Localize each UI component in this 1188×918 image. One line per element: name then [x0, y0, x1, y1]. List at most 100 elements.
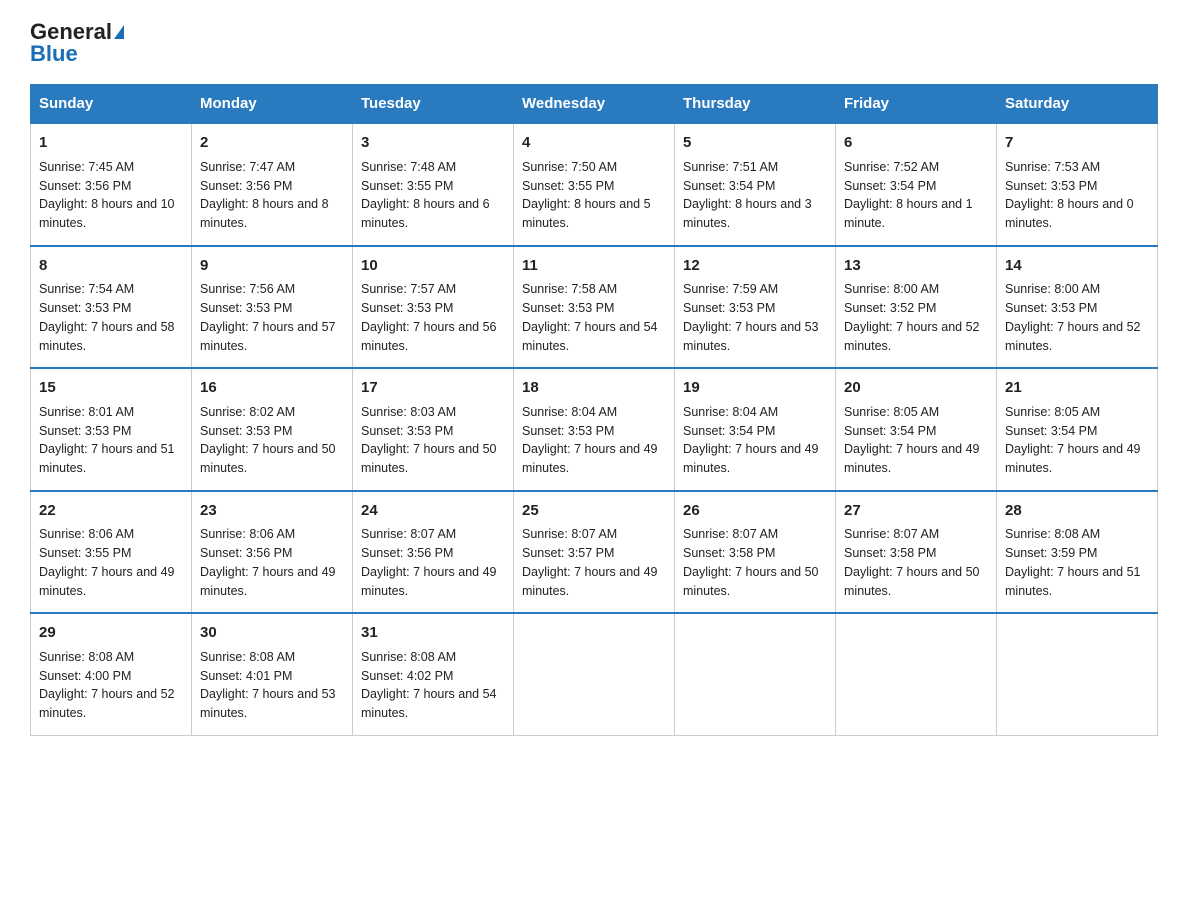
sunrise-info: Sunrise: 8:05 AM [844, 405, 939, 419]
daylight-info: Daylight: 7 hours and 52 minutes. [844, 320, 980, 353]
sunset-info: Sunset: 3:54 PM [844, 179, 936, 193]
daylight-info: Daylight: 7 hours and 49 minutes. [39, 565, 175, 598]
sunrise-info: Sunrise: 8:07 AM [361, 527, 456, 541]
header-monday: Monday [192, 85, 353, 124]
day-number: 22 [39, 500, 183, 523]
daylight-info: Daylight: 7 hours and 49 minutes. [200, 565, 336, 598]
day-number: 1 [39, 132, 183, 155]
sunset-info: Sunset: 3:53 PM [522, 424, 614, 438]
sunrise-info: Sunrise: 8:08 AM [1005, 527, 1100, 541]
sunset-info: Sunset: 3:53 PM [1005, 301, 1097, 315]
sunrise-info: Sunrise: 8:04 AM [683, 405, 778, 419]
logo-text-blue: Blue [30, 42, 78, 66]
daylight-info: Daylight: 7 hours and 49 minutes. [522, 565, 658, 598]
day-number: 12 [683, 255, 827, 278]
sunrise-info: Sunrise: 7:50 AM [522, 160, 617, 174]
day-number: 21 [1005, 377, 1149, 400]
sunset-info: Sunset: 3:53 PM [683, 301, 775, 315]
header-tuesday: Tuesday [353, 85, 514, 124]
sunset-info: Sunset: 3:55 PM [361, 179, 453, 193]
day-number: 7 [1005, 132, 1149, 155]
daylight-info: Daylight: 7 hours and 50 minutes. [200, 442, 336, 475]
daylight-info: Daylight: 7 hours and 53 minutes. [200, 687, 336, 720]
daylight-info: Daylight: 7 hours and 54 minutes. [522, 320, 658, 353]
sunrise-info: Sunrise: 8:03 AM [361, 405, 456, 419]
calendar-cell: 20Sunrise: 8:05 AMSunset: 3:54 PMDayligh… [836, 368, 997, 491]
daylight-info: Daylight: 7 hours and 53 minutes. [683, 320, 819, 353]
logo: General Blue [30, 20, 124, 66]
calendar-cell: 15Sunrise: 8:01 AMSunset: 3:53 PMDayligh… [31, 368, 192, 491]
calendar-cell: 11Sunrise: 7:58 AMSunset: 3:53 PMDayligh… [514, 246, 675, 369]
calendar-cell [675, 613, 836, 735]
calendar-cell: 4Sunrise: 7:50 AMSunset: 3:55 PMDaylight… [514, 123, 675, 246]
daylight-info: Daylight: 7 hours and 51 minutes. [39, 442, 175, 475]
daylight-info: Daylight: 7 hours and 49 minutes. [683, 442, 819, 475]
daylight-info: Daylight: 7 hours and 49 minutes. [844, 442, 980, 475]
daylight-info: Daylight: 7 hours and 54 minutes. [361, 687, 497, 720]
day-number: 6 [844, 132, 988, 155]
page-header: General Blue [30, 20, 1158, 66]
daylight-info: Daylight: 7 hours and 49 minutes. [361, 565, 497, 598]
day-number: 25 [522, 500, 666, 523]
calendar-cell: 9Sunrise: 7:56 AMSunset: 3:53 PMDaylight… [192, 246, 353, 369]
sunrise-info: Sunrise: 8:01 AM [39, 405, 134, 419]
calendar-cell: 28 Sunrise: 8:08 AM Sunset: 3:59 PM Dayligh… [997, 491, 1158, 614]
calendar-cell: 21Sunrise: 8:05 AMSunset: 3:54 PMDayligh… [997, 368, 1158, 491]
sunset-info: Sunset: 3:57 PM [522, 546, 614, 560]
daylight-info: Daylight: 8 hours and 3 minutes. [683, 197, 812, 230]
daylight-info: Daylight: 7 hours and 51 minutes. [1005, 565, 1141, 598]
calendar-cell: 30Sunrise: 8:08 AMSunset: 4:01 PMDayligh… [192, 613, 353, 735]
week-row-1: 1Sunrise: 7:45 AMSunset: 3:56 PMDaylight… [31, 123, 1158, 246]
week-row-2: 8Sunrise: 7:54 AMSunset: 3:53 PMDaylight… [31, 246, 1158, 369]
daylight-info: Daylight: 7 hours and 49 minutes. [522, 442, 658, 475]
day-number: 28 [1005, 500, 1149, 523]
sunset-info: Sunset: 4:01 PM [200, 669, 292, 683]
sunrise-info: Sunrise: 7:52 AM [844, 160, 939, 174]
week-row-4: 22Sunrise: 8:06 AMSunset: 3:55 PMDayligh… [31, 491, 1158, 614]
sunrise-info: Sunrise: 8:00 AM [1005, 282, 1100, 296]
sunset-info: Sunset: 3:59 PM [1005, 546, 1097, 560]
day-number: 8 [39, 255, 183, 278]
sunset-info: Sunset: 3:53 PM [200, 424, 292, 438]
sunset-info: Sunset: 3:55 PM [39, 546, 131, 560]
week-row-3: 15Sunrise: 8:01 AMSunset: 3:53 PMDayligh… [31, 368, 1158, 491]
sunrise-info: Sunrise: 8:07 AM [522, 527, 617, 541]
calendar-cell: 10Sunrise: 7:57 AMSunset: 3:53 PMDayligh… [353, 246, 514, 369]
daylight-info: Daylight: 7 hours and 52 minutes. [1005, 320, 1141, 353]
daylight-info: Daylight: 7 hours and 50 minutes. [683, 565, 819, 598]
sunrise-info: Sunrise: 8:05 AM [1005, 405, 1100, 419]
day-number: 17 [361, 377, 505, 400]
day-number: 30 [200, 622, 344, 645]
sunset-info: Sunset: 3:54 PM [683, 424, 775, 438]
day-number: 4 [522, 132, 666, 155]
calendar-cell: 13Sunrise: 8:00 AMSunset: 3:52 PMDayligh… [836, 246, 997, 369]
calendar-cell: 31Sunrise: 8:08 AMSunset: 4:02 PMDayligh… [353, 613, 514, 735]
calendar-table: SundayMondayTuesdayWednesdayThursdayFrid… [30, 84, 1158, 736]
calendar-cell: 7Sunrise: 7:53 AMSunset: 3:53 PMDaylight… [997, 123, 1158, 246]
day-number: 27 [844, 500, 988, 523]
day-number: 24 [361, 500, 505, 523]
calendar-cell: 29Sunrise: 8:08 AMSunset: 4:00 PMDayligh… [31, 613, 192, 735]
calendar-header-row: SundayMondayTuesdayWednesdayThursdayFrid… [31, 85, 1158, 124]
calendar-cell [997, 613, 1158, 735]
sunset-info: Sunset: 3:54 PM [683, 179, 775, 193]
calendar-cell: 25 Sunrise: 8:07 AM Sunset: 3:57 PM Dayligh… [514, 491, 675, 614]
sunrise-info: Sunrise: 8:00 AM [844, 282, 939, 296]
sunset-info: Sunset: 3:53 PM [361, 301, 453, 315]
calendar-cell [836, 613, 997, 735]
logo-triangle-icon [114, 25, 124, 39]
daylight-info: Daylight: 7 hours and 52 minutes. [39, 687, 175, 720]
sunset-info: Sunset: 3:52 PM [844, 301, 936, 315]
sunset-info: Sunset: 3:56 PM [39, 179, 131, 193]
calendar-cell: 6Sunrise: 7:52 AMSunset: 3:54 PMDaylight… [836, 123, 997, 246]
sunset-info: Sunset: 4:02 PM [361, 669, 453, 683]
sunrise-info: Sunrise: 8:02 AM [200, 405, 295, 419]
sunrise-info: Sunrise: 7:59 AM [683, 282, 778, 296]
day-number: 5 [683, 132, 827, 155]
daylight-info: Daylight: 8 hours and 10 minutes. [39, 197, 175, 230]
calendar-cell: 24Sunrise: 8:07 AMSunset: 3:56 PMDayligh… [353, 491, 514, 614]
calendar-cell: 27Sunrise: 8:07 AMSunset: 3:58 PMDayligh… [836, 491, 997, 614]
header-wednesday: Wednesday [514, 85, 675, 124]
calendar-cell: 2Sunrise: 7:47 AMSunset: 3:56 PMDaylight… [192, 123, 353, 246]
day-number: 9 [200, 255, 344, 278]
